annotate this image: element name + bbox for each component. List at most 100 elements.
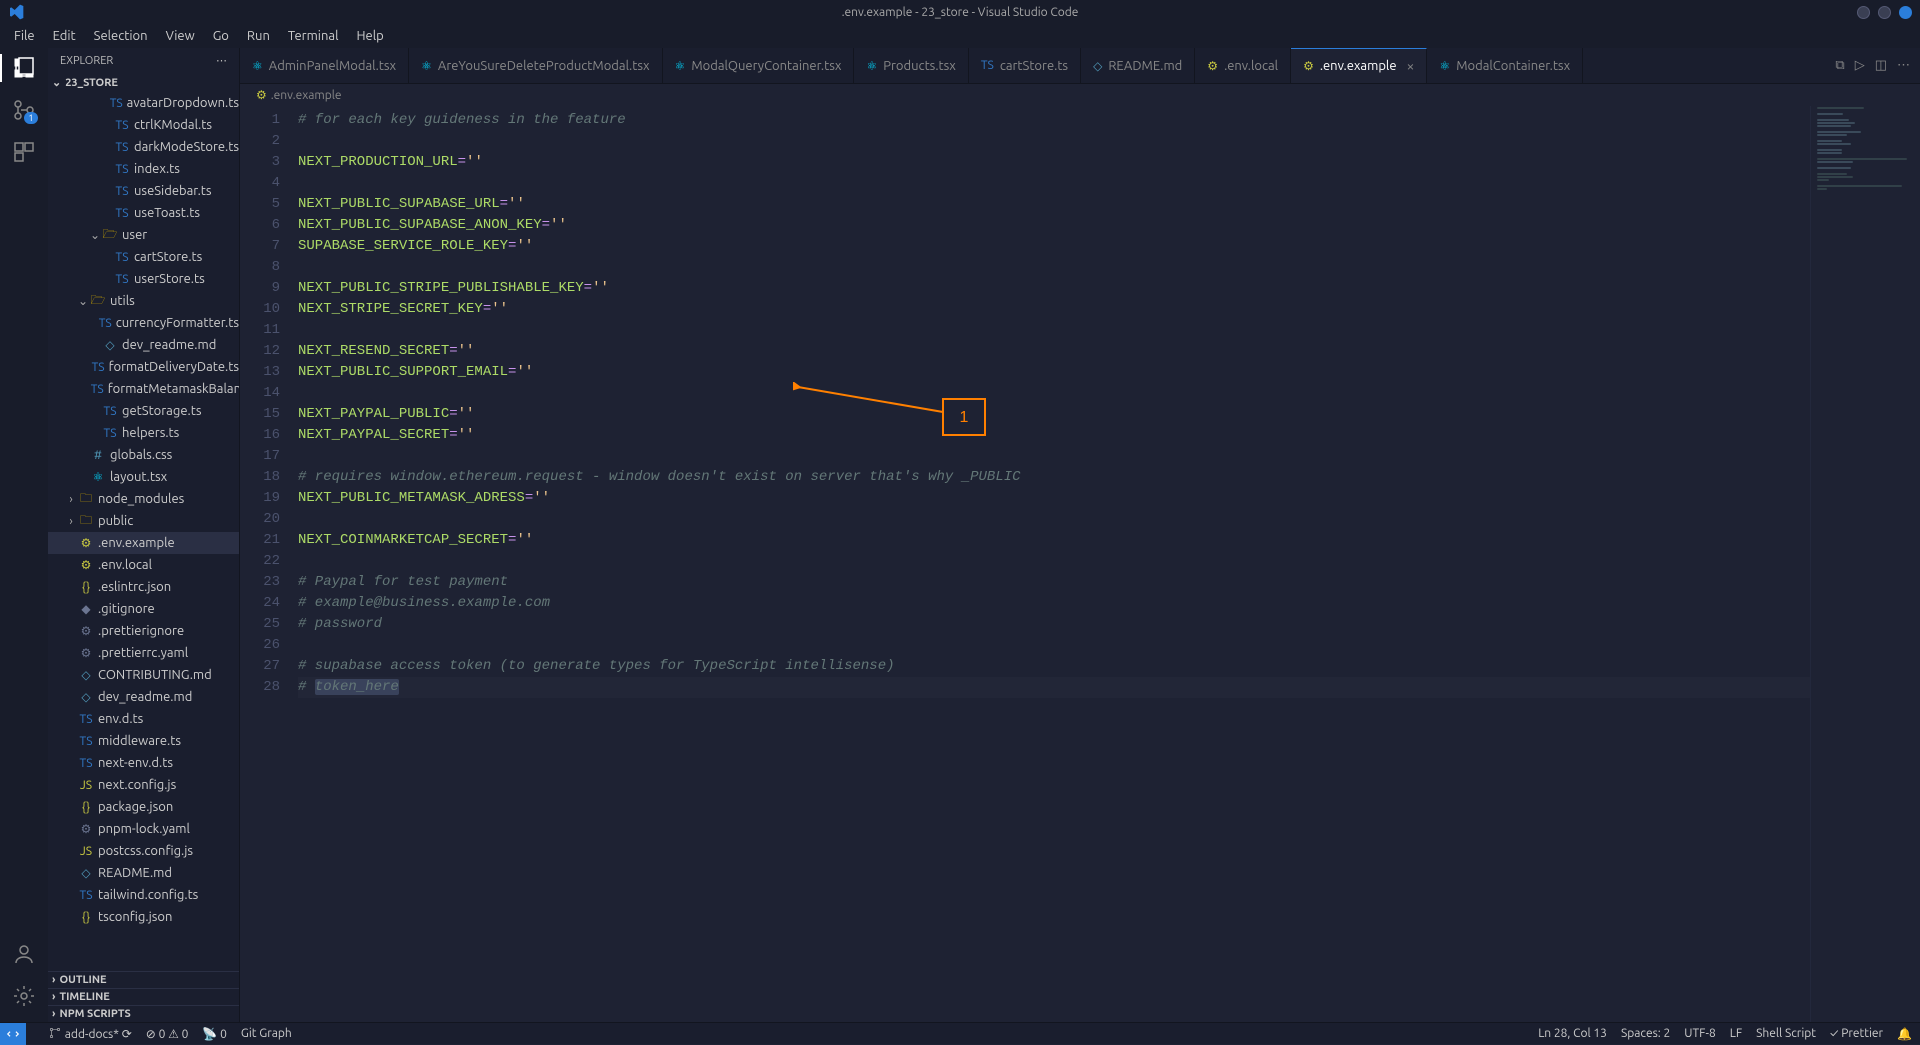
file-tsconfig-json[interactable]: {}tsconfig.json <box>48 906 239 928</box>
tab-areyousuredeleteproductmodal-tsx[interactable]: ⚛AreYouSureDeleteProductModal.tsx <box>409 48 662 83</box>
code-line-9[interactable]: NEXT_PUBLIC_STRIPE_PUBLISHABLE_KEY='' <box>298 278 1810 299</box>
status-eol[interactable]: LF <box>1730 1027 1742 1040</box>
project-root[interactable]: ⌄ 23_STORE <box>48 73 239 92</box>
file-formatdeliverydate-ts[interactable]: TSformatDeliveryDate.ts <box>48 356 239 378</box>
code-line-15[interactable]: NEXT_PAYPAL_PUBLIC='' <box>298 404 1810 425</box>
file-package-json[interactable]: {}package.json <box>48 796 239 818</box>
file-index-ts[interactable]: TSindex.ts <box>48 158 239 180</box>
file-cartstore-ts[interactable]: TScartStore.ts <box>48 246 239 268</box>
file-usesidebar-ts[interactable]: TSuseSidebar.ts <box>48 180 239 202</box>
tab-cartstore-ts[interactable]: TScartStore.ts <box>969 48 1081 83</box>
code-line-27[interactable]: # supabase access token (to generate typ… <box>298 656 1810 677</box>
menu-view[interactable]: View <box>158 27 203 45</box>
file-readme-md[interactable]: ◇README.md <box>48 862 239 884</box>
remote-indicator[interactable] <box>0 1023 26 1045</box>
code-content[interactable]: 1 # for each key guideness in the featur… <box>298 106 1810 1022</box>
status-spaces[interactable]: Spaces: 2 <box>1621 1027 1670 1040</box>
file-darkmodestore-ts[interactable]: TSdarkModeStore.ts <box>48 136 239 158</box>
code-line-23[interactable]: # Paypal for test payment <box>298 572 1810 593</box>
file--env-local[interactable]: ⚙.env.local <box>48 554 239 576</box>
accounts-icon[interactable] <box>12 942 36 966</box>
file--prettierignore[interactable]: ⚙.prettierignore <box>48 620 239 642</box>
menu-go[interactable]: Go <box>205 27 237 45</box>
file-contributing-md[interactable]: ◇CONTRIBUTING.md <box>48 664 239 686</box>
file-ctrlkmodal-ts[interactable]: TSctrlKModal.ts <box>48 114 239 136</box>
more-icon[interactable]: ⋯ <box>1897 58 1910 73</box>
file-layout-tsx[interactable]: ⚛layout.tsx <box>48 466 239 488</box>
file-next-config-js[interactable]: JSnext.config.js <box>48 774 239 796</box>
code-line-13[interactable]: NEXT_PUBLIC_SUPPORT_EMAIL='' <box>298 362 1810 383</box>
code-line-19[interactable]: NEXT_PUBLIC_METAMASK_ADRESS='' <box>298 488 1810 509</box>
file-env-d-ts[interactable]: TSenv.d.ts <box>48 708 239 730</box>
code-line-3[interactable]: NEXT_PRODUCTION_URL='' <box>298 152 1810 173</box>
file-getstorage-ts[interactable]: TSgetStorage.ts <box>48 400 239 422</box>
file-postcss-config-js[interactable]: JSpostcss.config.js <box>48 840 239 862</box>
file-currencyformatter-ts[interactable]: TScurrencyFormatter.ts <box>48 312 239 334</box>
code-line-7[interactable]: SUPABASE_SERVICE_ROLE_KEY='' <box>298 236 1810 257</box>
file--env-example[interactable]: ⚙.env.example <box>48 532 239 554</box>
folder-public[interactable]: ›🗀public <box>48 510 239 532</box>
settings-gear-icon[interactable] <box>12 984 36 1008</box>
folder-user[interactable]: ⌄🗁user <box>48 224 239 246</box>
file-next-env-d-ts[interactable]: TSnext-env.d.ts <box>48 752 239 774</box>
file-tailwind-config-ts[interactable]: TStailwind.config.ts <box>48 884 239 906</box>
status-prettier[interactable]: ✓ Prettier <box>1830 1027 1883 1040</box>
code-line-18[interactable]: # requires window.ethereum.request - win… <box>298 467 1810 488</box>
status-bell-icon[interactable]: 🔔 <box>1897 1027 1912 1041</box>
editor[interactable]: 1234567891011121314151617181920212223242… <box>240 106 1920 1022</box>
window-minimize-icon[interactable] <box>1857 6 1870 19</box>
tab-adminpanelmodal-tsx[interactable]: ⚛AdminPanelModal.tsx <box>240 48 409 83</box>
section-npm-scripts[interactable]: ›NPM SCRIPTS <box>48 1005 239 1022</box>
code-line-22[interactable] <box>298 551 1810 572</box>
code-line-20[interactable] <box>298 509 1810 530</box>
run-icon[interactable]: ▷ <box>1855 58 1865 73</box>
status-ports[interactable]: 📡 0 <box>202 1027 226 1041</box>
source-control-icon[interactable]: 1 <box>12 98 36 122</box>
code-line-16[interactable]: NEXT_PAYPAL_SECRET='' <box>298 425 1810 446</box>
status-lncol[interactable]: Ln 28, Col 13 <box>1538 1027 1607 1040</box>
code-line-17[interactable] <box>298 446 1810 467</box>
sidebar-more-icon[interactable]: ⋯ <box>216 54 227 67</box>
code-line-4[interactable] <box>298 173 1810 194</box>
file-usetoast-ts[interactable]: TSuseToast.ts <box>48 202 239 224</box>
file--gitignore[interactable]: ◆.gitignore <box>48 598 239 620</box>
explorer-icon[interactable] <box>12 56 36 80</box>
code-line-1[interactable]: # for each key guideness in the feature <box>298 110 1810 131</box>
code-line-12[interactable]: NEXT_RESEND_SECRET='' <box>298 341 1810 362</box>
breadcrumb[interactable]: ⚙ .env.example <box>240 84 1920 106</box>
file--eslintrc-json[interactable]: {}.eslintrc.json <box>48 576 239 598</box>
tab--env-local[interactable]: ⚙.env.local <box>1195 48 1291 83</box>
tab-modalcontainer-tsx[interactable]: ⚛ModalContainer.tsx <box>1427 48 1583 83</box>
status-problems[interactable]: ⊘ 0 ⚠ 0 <box>146 1027 189 1041</box>
menu-terminal[interactable]: Terminal <box>280 27 347 45</box>
window-maximize-icon[interactable] <box>1878 6 1891 19</box>
status-gitgraph[interactable]: Git Graph <box>241 1027 292 1040</box>
code-line-2[interactable] <box>298 131 1810 152</box>
tab-modalquerycontainer-tsx[interactable]: ⚛ModalQueryContainer.tsx <box>663 48 855 83</box>
code-line-25[interactable]: # password <box>298 614 1810 635</box>
code-line-28[interactable]: # token_here <box>298 677 1810 698</box>
section-timeline[interactable]: ›TIMELINE <box>48 988 239 1005</box>
file-dev_readme-md[interactable]: ◇dev_readme.md <box>48 334 239 356</box>
code-line-6[interactable]: NEXT_PUBLIC_SUPABASE_ANON_KEY='' <box>298 215 1810 236</box>
split-editor-icon[interactable]: ◫ <box>1875 58 1887 73</box>
code-line-10[interactable]: NEXT_STRIPE_SECRET_KEY='' <box>298 299 1810 320</box>
window-close-icon[interactable] <box>1899 6 1912 19</box>
menu-edit[interactable]: Edit <box>45 27 84 45</box>
menu-selection[interactable]: Selection <box>86 27 156 45</box>
folder-utils[interactable]: ⌄🗁utils <box>48 290 239 312</box>
file--prettierrc-yaml[interactable]: ⚙.prettierrc.yaml <box>48 642 239 664</box>
tab--env-example[interactable]: ⚙.env.example× <box>1291 48 1427 83</box>
file-avatardropdown-ts[interactable]: TSavatarDropdown.ts <box>48 92 239 114</box>
status-language[interactable]: Shell Script <box>1756 1027 1816 1040</box>
file-pnpm-lock-yaml[interactable]: ⚙pnpm-lock.yaml <box>48 818 239 840</box>
code-line-26[interactable] <box>298 635 1810 656</box>
code-line-24[interactable]: # example@business.example.com <box>298 593 1810 614</box>
minimap[interactable] <box>1810 106 1920 1022</box>
code-line-11[interactable] <box>298 320 1810 341</box>
menu-run[interactable]: Run <box>239 27 278 45</box>
code-line-5[interactable]: NEXT_PUBLIC_SUPABASE_URL='' <box>298 194 1810 215</box>
tab-products-tsx[interactable]: ⚛Products.tsx <box>854 48 968 83</box>
folder-node_modules[interactable]: ›🗀node_modules <box>48 488 239 510</box>
file-formatmetamaskbalance-ts[interactable]: TSformatMetamaskBalance.ts <box>48 378 239 400</box>
